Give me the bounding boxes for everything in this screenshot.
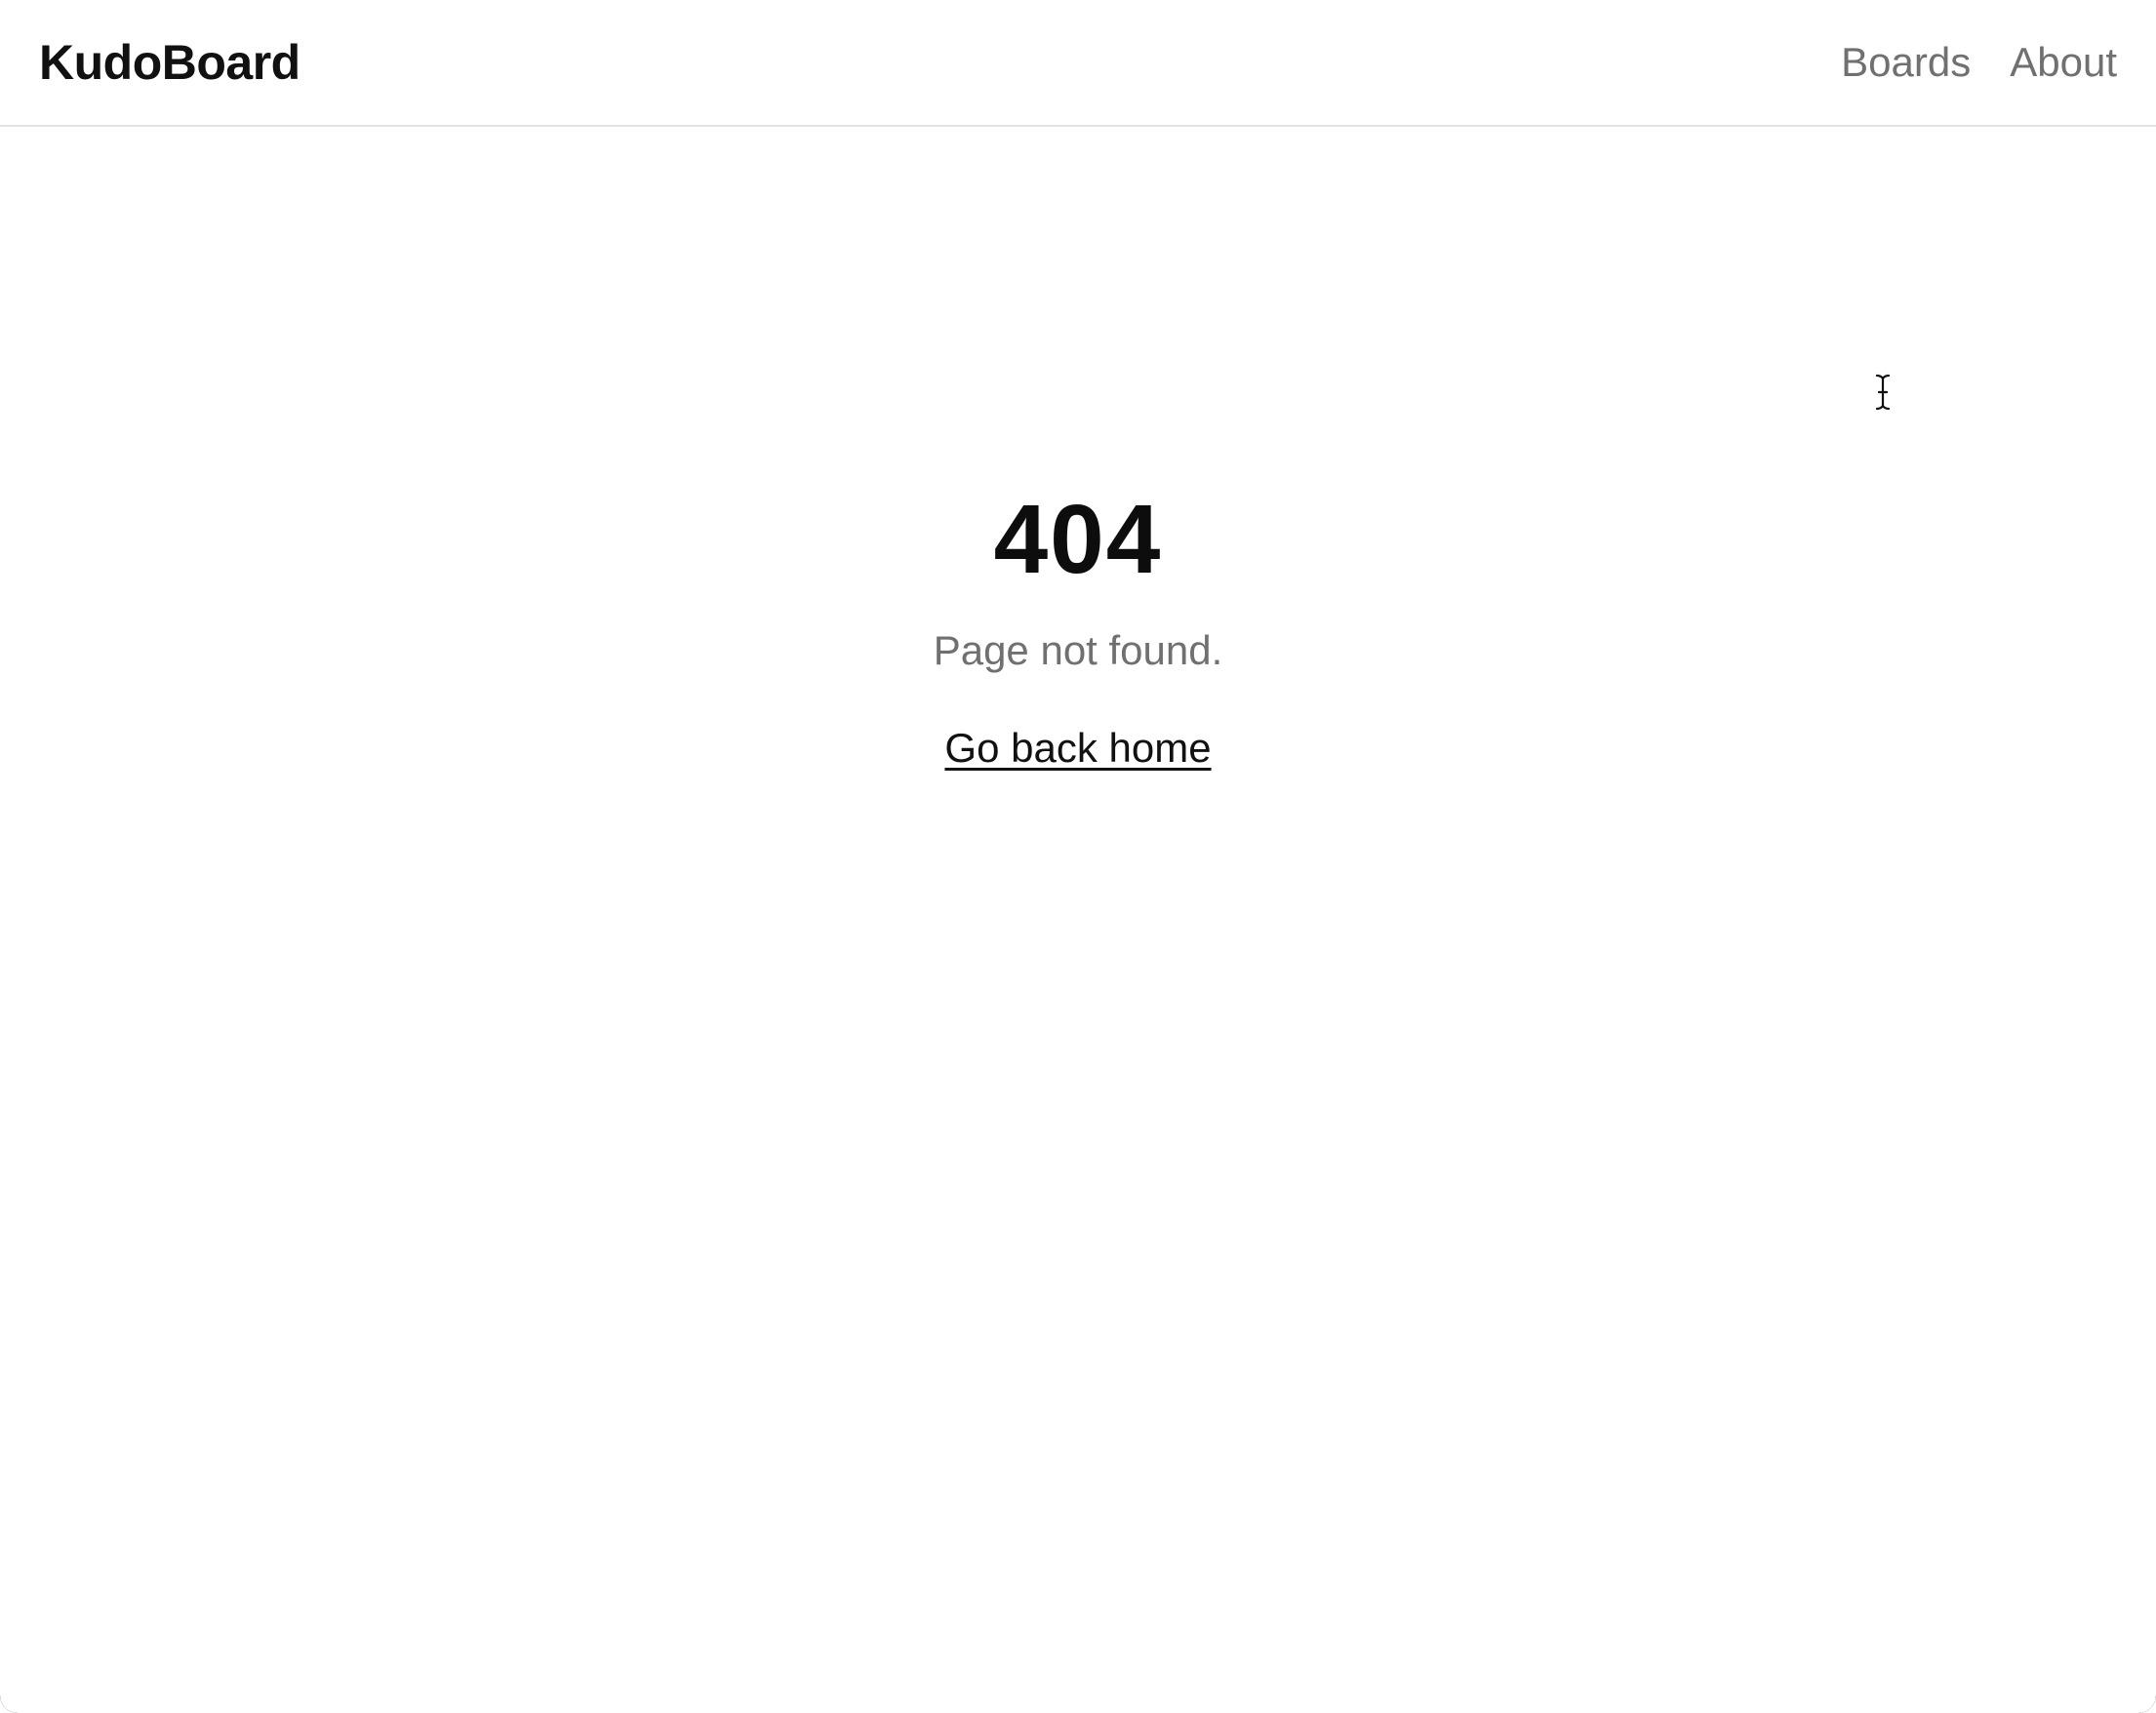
window-corner-left — [0, 1678, 35, 1713]
window-corner-right — [2121, 1678, 2156, 1713]
nav-link-boards[interactable]: Boards — [1841, 31, 1971, 94]
text-cursor-icon — [1875, 374, 1891, 411]
browser-viewport: KudoBoard Boards About 404 Page not foun… — [0, 0, 2156, 1713]
nav-links: Boards About — [1841, 31, 2117, 94]
brand-logo-link[interactable]: KudoBoard — [39, 31, 300, 94]
go-back-home-link[interactable]: Go back home — [944, 725, 1211, 771]
top-navbar: KudoBoard Boards About — [0, 0, 2156, 127]
error-code-heading: 404 — [993, 485, 1163, 594]
home-link-wrapper: Go back home — [0, 722, 2156, 775]
nav-link-about[interactable]: About — [2010, 31, 2117, 94]
error-message: Page not found. — [933, 627, 1223, 673]
